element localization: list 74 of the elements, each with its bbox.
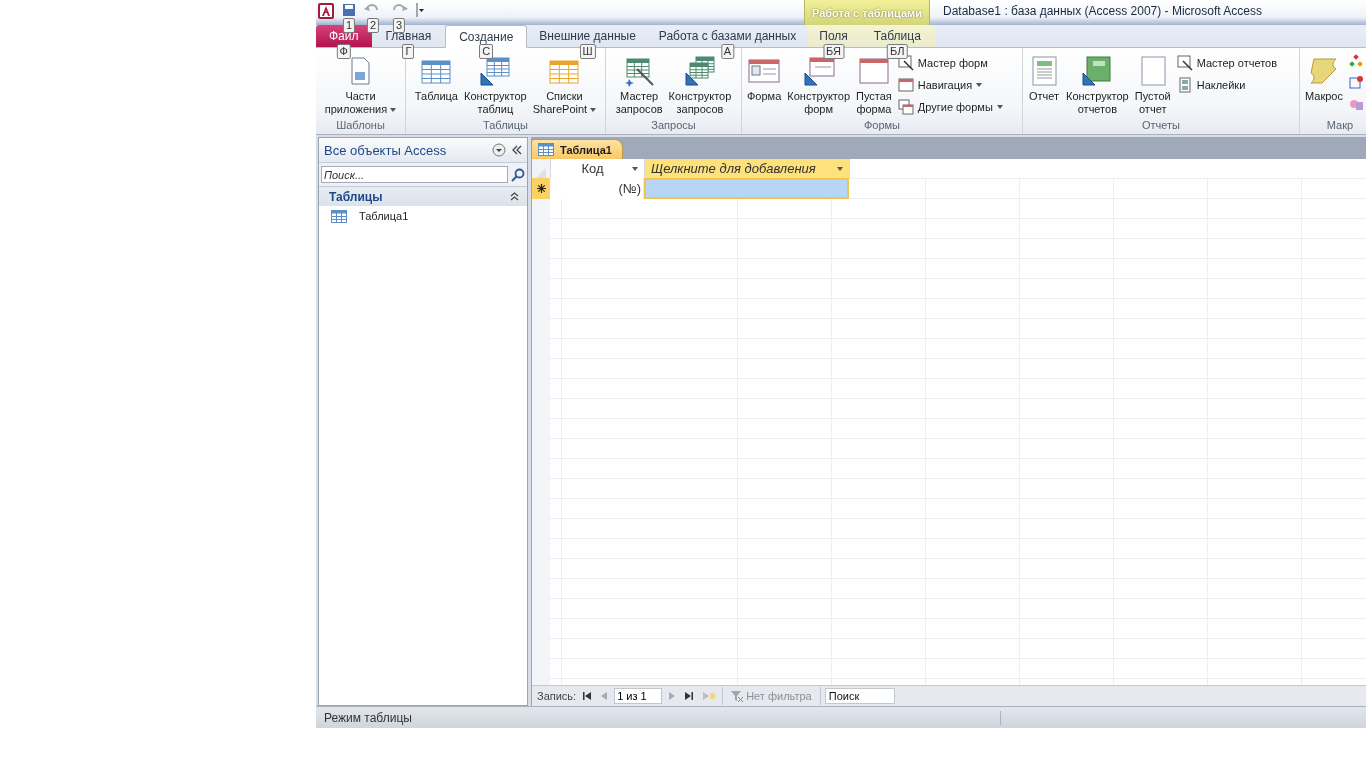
caret-icon <box>632 166 638 171</box>
table-cell[interactable]: (№) <box>550 178 644 199</box>
collapse-icon[interactable] <box>512 145 522 155</box>
ribbon-button[interactable]: Навигация <box>895 75 1005 94</box>
report-design-icon <box>1081 55 1114 87</box>
ribbon-tab[interactable]: Внешние данные <box>527 25 648 47</box>
search-field[interactable]: Поиск <box>824 688 895 704</box>
nav-group-header[interactable]: Таблицы <box>319 187 527 206</box>
asterisk-icon <box>536 184 546 193</box>
ribbon-button[interactable]: Отчет <box>1026 52 1062 119</box>
app-logo-icon <box>318 3 334 19</box>
funnel-icon <box>731 690 744 702</box>
keytip: БЛ <box>887 44 908 59</box>
ribbon-button[interactable]: Пустой отчет <box>1132 52 1173 119</box>
window-icon <box>897 76 914 93</box>
group-title: Формы <box>862 119 902 133</box>
dropdown-circle-icon[interactable] <box>492 143 506 157</box>
table-icon <box>538 143 554 156</box>
search-icon[interactable] <box>511 167 525 182</box>
record-position-field[interactable]: 1 из 1 <box>614 688 663 704</box>
table-cell[interactable] <box>644 178 849 199</box>
ribbon-button[interactable]: Мастер отчетов <box>1174 53 1280 72</box>
ribbon-button[interactable]: Форма <box>745 52 784 119</box>
keytip: Ш <box>579 44 596 59</box>
query-design-icon <box>683 55 716 87</box>
keytip: 3 <box>392 18 406 33</box>
customize-caret-icon[interactable] <box>416 3 424 17</box>
status-text: Режим таблицы <box>316 710 1001 725</box>
save-icon[interactable] <box>342 3 356 17</box>
collapse-up-icon <box>510 192 519 201</box>
labels-icon <box>1176 76 1193 93</box>
caret-icon <box>837 166 843 171</box>
context-tab-group-title: Работа с таблицами <box>804 0 930 25</box>
blank-form-icon <box>857 55 890 87</box>
group-title: Таблицы <box>482 119 529 133</box>
caret-icon <box>996 104 1003 109</box>
shapes-icon <box>1347 75 1364 91</box>
group-title: Шаблоны <box>335 119 386 133</box>
group-title: Макр <box>1325 119 1355 133</box>
keytip: 2 <box>366 18 380 33</box>
keytip: 1 <box>342 18 356 33</box>
ribbon-button[interactable]: Таблица <box>412 52 460 119</box>
table-design-icon <box>479 55 512 87</box>
ribbon-tab[interactable]: Таблица <box>859 25 935 47</box>
ribbon-button[interactable]: Другие формы <box>895 97 1005 116</box>
keytip: С <box>479 44 494 59</box>
ribbon-button[interactable]: Макрос <box>1303 52 1345 119</box>
keytip: Ф <box>336 44 351 59</box>
wizard-icon <box>897 54 914 71</box>
document-tab[interactable]: Таблица1 <box>531 139 623 159</box>
ribbon-tab[interactable]: Поля <box>807 25 860 47</box>
caret-icon <box>590 107 597 112</box>
record-label: Запись: <box>537 690 577 702</box>
table-icon <box>331 209 347 223</box>
ribbon-tab[interactable]: Создание <box>445 25 528 48</box>
wizard-icon <box>1176 54 1193 71</box>
window-title: Database1 : база данных (Access 2007) - Microsoft Access <box>942 3 1262 20</box>
search-field[interactable]: Поиск... <box>321 166 508 183</box>
ribbon-button[interactable]: Конструктор отчетов <box>1064 52 1131 119</box>
windows-icon <box>897 98 914 115</box>
keytip: БЯ <box>823 44 845 59</box>
keytip: Г <box>402 44 415 59</box>
form-design-icon <box>802 55 835 87</box>
ribbon-button[interactable]: Мастер запросов <box>613 52 665 119</box>
group-title: Отчеты <box>1141 119 1181 133</box>
column-header[interactable]: Щелкните для добавления <box>645 159 850 178</box>
caret-icon <box>390 107 397 112</box>
wizard-icon <box>623 55 656 87</box>
ribbon-button[interactable]: Наклейки <box>1174 75 1280 94</box>
ribbon-tab[interactable]: Работа с базами данных <box>647 25 808 47</box>
nav-item[interactable]: Таблица1 <box>319 206 527 226</box>
group-title: Запросы <box>650 119 697 133</box>
caret-icon <box>976 82 983 87</box>
row-selector[interactable] <box>532 178 550 199</box>
